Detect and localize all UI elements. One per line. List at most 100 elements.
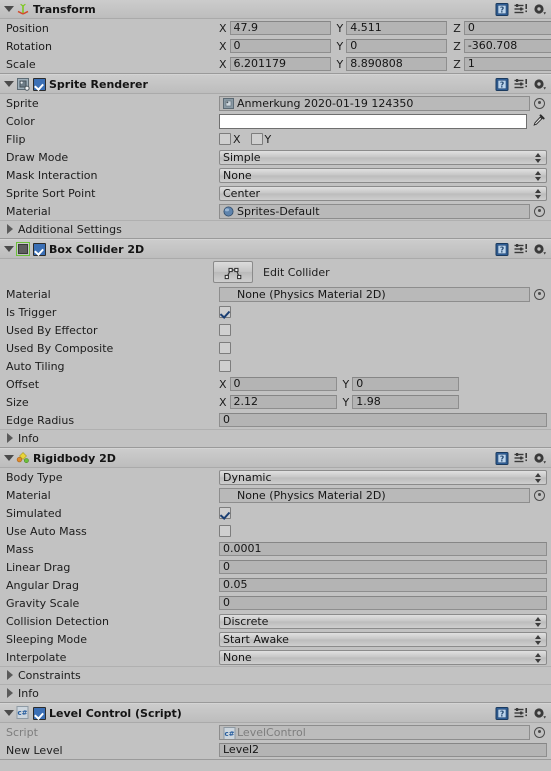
component-header-level-control-script[interactable]: c# Level Control (Script)? [0, 704, 551, 723]
z-input[interactable]: 0 [463, 21, 551, 35]
gear-icon[interactable] [533, 452, 547, 465]
object-field-sprite[interactable]: Anmerkung 2020-01-19 124350 [219, 95, 530, 111]
checkbox-use-auto-mass[interactable] [219, 525, 231, 537]
eyedropper-icon[interactable] [532, 114, 545, 128]
sprite-renderer-icon [16, 77, 30, 91]
preset-icon[interactable] [514, 78, 528, 91]
chevron-right-icon[interactable] [4, 433, 15, 444]
foldout-row-constraints[interactable]: Constraints [0, 666, 551, 684]
gear-icon[interactable] [533, 3, 547, 16]
text-input[interactable]: 0 [219, 413, 547, 427]
component-header-transform[interactable]: Transform? [0, 0, 551, 19]
z-input[interactable]: 1 [463, 57, 551, 71]
foldout-toggle-level-control-script[interactable] [3, 708, 14, 719]
component-header-rigidbody-2d[interactable]: Rigidbody 2D? [0, 449, 551, 468]
chevron-right-icon[interactable] [4, 670, 15, 681]
gear-icon[interactable] [533, 243, 547, 256]
dropdown-interpolate[interactable]: None [219, 649, 547, 665]
foldout-toggle-transform[interactable] [3, 4, 14, 15]
dropdown-collision-detection[interactable]: Discrete [219, 613, 547, 629]
object-picker-icon[interactable] [534, 288, 545, 300]
object-field-material[interactable]: None (Physics Material 2D) [219, 487, 530, 503]
help-book-icon[interactable]: ? [495, 77, 509, 91]
chevron-right-icon[interactable] [4, 688, 15, 699]
text-input[interactable]: 0.05 [219, 578, 547, 592]
checkbox-auto-tiling[interactable] [219, 360, 231, 372]
object-picker-icon[interactable] [534, 726, 545, 738]
foldout-row-additional-settings[interactable]: Additional Settings [0, 220, 551, 238]
help-book-icon[interactable]: ? [495, 242, 509, 256]
dropdown-sleeping-mode[interactable]: Start Awake [219, 631, 547, 647]
gear-icon[interactable] [533, 78, 547, 91]
preset-icon[interactable] [514, 452, 528, 465]
dropdown-draw-mode[interactable]: Simple [219, 149, 547, 165]
preset-icon[interactable] [514, 243, 528, 256]
text-input[interactable]: Level2 [219, 743, 547, 757]
component-enabled-checkbox-level-control-script[interactable] [33, 706, 46, 720]
checkbox-flip-y[interactable] [250, 133, 263, 145]
y-input[interactable]: 4.511 [346, 21, 448, 35]
object-field-material[interactable]: Sprites-Default [219, 203, 530, 219]
foldout-toggle-box-collider-2d[interactable] [3, 244, 14, 255]
object-field-script[interactable]: c# LevelControl [219, 724, 530, 740]
row-label: Position [6, 21, 49, 35]
dropdown-body-type[interactable]: Dynamic [219, 469, 547, 485]
help-book-icon[interactable]: ? [495, 451, 509, 465]
object-picker-icon[interactable] [534, 489, 545, 501]
component-enabled-checkbox-sprite-renderer[interactable] [33, 77, 46, 91]
x-input[interactable]: 47.9 [229, 21, 331, 35]
component-header-box-collider-2d[interactable]: Box Collider 2D? [0, 240, 551, 259]
axis-label-z: Z [453, 21, 461, 35]
axis-label-x: X [219, 395, 227, 409]
object-picker-icon[interactable] [534, 97, 545, 109]
y-input[interactable]: 1.98 [352, 395, 460, 409]
row-control: 0 [219, 413, 551, 427]
checkbox-used-by-composite[interactable] [219, 342, 231, 354]
row-label: Body Type [6, 470, 63, 484]
row-label: Used By Composite [6, 341, 114, 355]
chevron-updown-icon [535, 152, 542, 164]
object-field-material[interactable]: None (Physics Material 2D) [219, 286, 530, 302]
help-book-icon[interactable]: ? [495, 2, 509, 16]
dropdown-sprite-sort-point[interactable]: Center [219, 185, 547, 201]
row-new-level: New Level Level2 [0, 741, 551, 759]
x-input[interactable]: 0 [229, 377, 337, 391]
dropdown-mask-interaction[interactable]: None [219, 167, 547, 183]
row-interpolate: Interpolate None [0, 648, 551, 666]
edit-collider-button[interactable] [213, 261, 253, 283]
color-swatch[interactable] [219, 113, 527, 129]
object-picker-icon[interactable] [534, 205, 545, 217]
component-enabled-checkbox-box-collider-2d[interactable] [33, 242, 46, 256]
foldout-toggle-sprite-renderer[interactable] [3, 79, 14, 90]
z-input[interactable]: -360.708 [463, 39, 551, 53]
foldout-row-info[interactable]: Info [0, 684, 551, 702]
component-header-sprite-renderer[interactable]: Sprite Renderer? [0, 75, 551, 94]
row-label: Size [6, 395, 29, 409]
row-label: Is Trigger [6, 305, 57, 319]
foldout-toggle-rigidbody-2d[interactable] [3, 453, 14, 464]
foldout-row-info[interactable]: Info [0, 429, 551, 447]
help-book-icon[interactable]: ? [495, 706, 509, 720]
row-use-auto-mass: Use Auto Mass [0, 522, 551, 540]
x-input[interactable]: 2.12 [229, 395, 337, 409]
checkbox-simulated[interactable] [219, 507, 231, 519]
chevron-right-icon[interactable] [4, 224, 15, 235]
foldout-label: Additional Settings [18, 223, 122, 236]
x-input[interactable]: 6.201179 [229, 57, 331, 71]
y-input[interactable]: 8.890808 [346, 57, 448, 71]
text-input[interactable]: 0 [219, 596, 547, 610]
y-input[interactable]: 0 [352, 377, 460, 391]
checkbox-is-trigger[interactable] [219, 306, 231, 318]
row-control: Discrete [219, 613, 551, 629]
x-input[interactable]: 0 [229, 39, 331, 53]
checkbox-used-by-effector[interactable] [219, 324, 231, 336]
text-input[interactable]: 0 [219, 560, 547, 574]
preset-icon[interactable] [514, 707, 528, 720]
checkbox-flip-x[interactable] [219, 133, 231, 145]
preset-icon[interactable] [514, 3, 528, 16]
text-input[interactable]: 0.0001 [219, 542, 547, 556]
none-icon [223, 289, 234, 300]
gear-icon[interactable] [533, 707, 547, 720]
y-input[interactable]: 0 [346, 39, 448, 53]
row-gravity-scale: Gravity Scale 0 [0, 594, 551, 612]
